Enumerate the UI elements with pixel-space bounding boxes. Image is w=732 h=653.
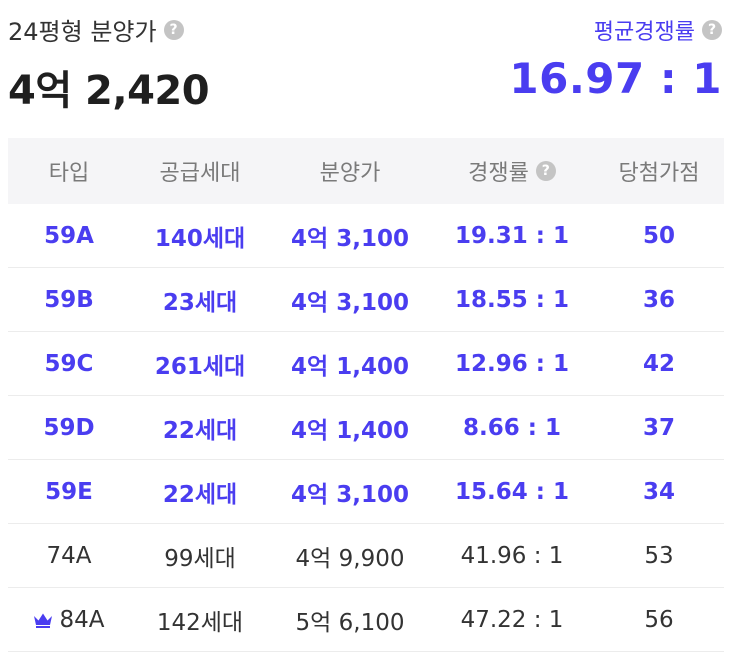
cell-rate: 18.55 : 1 — [455, 286, 569, 313]
cell-type: 74A — [46, 542, 92, 569]
price-label: 24평형 분양가 ? — [8, 12, 184, 47]
competition-label-text: 평균경쟁률 — [593, 20, 695, 45]
cell-supply: 23세대 — [162, 289, 238, 316]
cell-price: 4억 3,100 — [291, 481, 409, 508]
price-value: 4억 2,420 — [8, 68, 210, 114]
cell-supply: 22세대 — [162, 417, 238, 444]
cell-rate: 15.64 : 1 — [455, 478, 569, 505]
cell-score: 34 — [642, 478, 675, 505]
cell-score: 56 — [644, 606, 674, 633]
column-header-supply: 공급세대 — [159, 161, 241, 186]
cell-supply: 140세대 — [154, 225, 246, 252]
column-header-score: 당첨가점 — [618, 161, 700, 186]
column-header-rate: 경쟁률 ? — [430, 155, 594, 187]
column-header-rate-text: 경쟁률 — [468, 161, 529, 186]
summary-header: 24평형 분양가 ? 4억 2,420 평균경쟁률 ? 16.97 : 1 — [0, 0, 732, 135]
crown-icon-svg — [34, 613, 53, 628]
cell-type: 84A — [8, 607, 130, 633]
competition-value: 16.97 : 1 — [509, 54, 722, 103]
table-row[interactable]: 59D 22세대 4억 1,400 8.66 : 1 37 — [8, 396, 724, 460]
table-row[interactable]: 59E 22세대 4억 3,100 15.64 : 1 34 — [8, 460, 724, 524]
column-header-price: 분양가 — [319, 161, 381, 186]
cell-score: 37 — [642, 414, 675, 441]
table-row[interactable]: 59B 23세대 4억 3,100 18.55 : 1 36 — [8, 268, 724, 332]
cell-price: 4억 1,400 — [291, 417, 409, 444]
cell-price: 4억 9,900 — [295, 545, 405, 572]
cell-price: 4억 3,100 — [291, 289, 409, 316]
help-icon[interactable]: ? — [163, 19, 184, 40]
cell-supply: 99세대 — [164, 545, 236, 572]
cell-score: 42 — [642, 350, 675, 377]
table-row[interactable]: 84A 142세대 5억 6,100 47.22 : 1 56 — [8, 588, 724, 652]
competition-label: 평균경쟁률 ? — [594, 14, 722, 46]
cell-type: 59E — [45, 478, 93, 505]
table-row[interactable]: 59C 261세대 4억 1,400 12.96 : 1 42 — [8, 332, 724, 396]
cell-supply: 261세대 — [154, 353, 246, 380]
cell-rate: 8.66 : 1 — [463, 414, 561, 441]
cell-type: 59B — [44, 286, 94, 313]
cell-type: 59C — [44, 350, 94, 377]
cell-score: 36 — [642, 286, 675, 313]
help-icon[interactable]: ? — [702, 20, 722, 40]
cell-price: 5억 6,100 — [295, 609, 405, 636]
cell-supply: 22세대 — [162, 481, 238, 508]
cell-rate: 12.96 : 1 — [455, 350, 569, 377]
cell-type: 59A — [44, 222, 94, 249]
cell-type: 59D — [43, 414, 95, 441]
table-row[interactable]: 74A 99세대 4억 9,900 41.96 : 1 53 — [8, 524, 724, 588]
cell-price: 4억 1,400 — [291, 353, 409, 380]
cell-score: 50 — [642, 222, 675, 249]
crown-icon — [33, 612, 53, 628]
table-header-row: 타입 공급세대 분양가 경쟁률 ? 당첨가점 — [8, 138, 724, 204]
table-row[interactable]: 59A 140세대 4억 3,100 19.31 : 1 50 — [8, 204, 724, 268]
cell-supply: 142세대 — [156, 609, 244, 636]
cell-rate: 41.96 : 1 — [460, 542, 564, 569]
cell-rate: 47.22 : 1 — [460, 606, 564, 633]
cell-price: 4억 3,100 — [291, 225, 409, 252]
cell-type-text: 84A — [59, 606, 105, 633]
price-label-text: 24평형 분양가 — [8, 18, 157, 46]
cell-score: 53 — [644, 542, 674, 569]
cell-rate: 19.31 : 1 — [455, 222, 569, 249]
column-header-type: 타입 — [48, 161, 90, 186]
unit-type-table: 타입 공급세대 분양가 경쟁률 ? 당첨가점 59A 140세대 4억 3,10… — [8, 138, 724, 652]
help-icon[interactable]: ? — [535, 161, 556, 181]
